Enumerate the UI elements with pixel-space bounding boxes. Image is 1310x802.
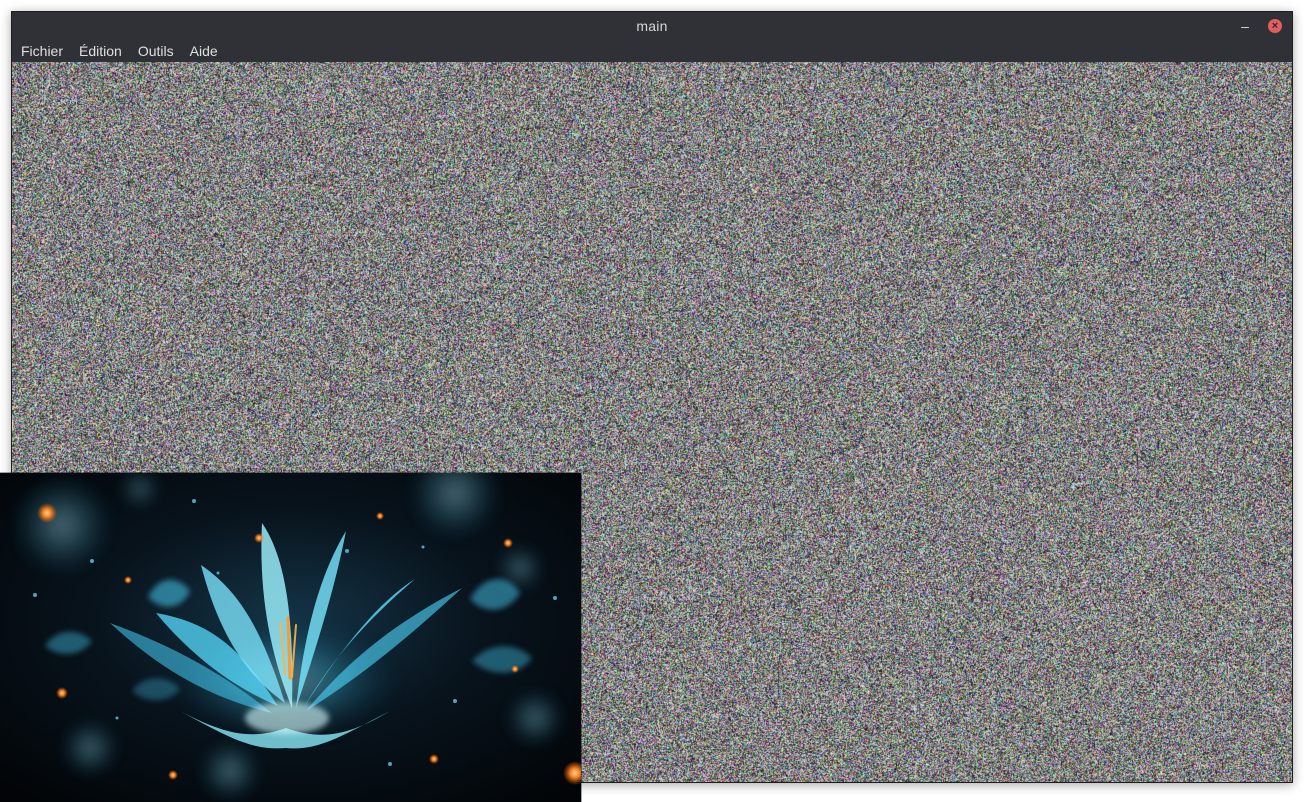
flower-overlay-image [0,473,581,802]
title-bar[interactable]: main ‒ × [12,12,1292,40]
menu-aide[interactable]: Aide [190,43,218,59]
close-button[interactable]: × [1268,19,1282,33]
window-title: main [636,18,668,34]
minimize-button[interactable]: ‒ [1238,19,1252,33]
menu-edition[interactable]: Édition [79,43,122,59]
flower-artwork [0,473,581,802]
menu-bar: Fichier Édition Outils Aide [12,40,1292,62]
menu-fichier[interactable]: Fichier [21,43,63,59]
window-controls: ‒ × [1238,12,1282,40]
menu-outils[interactable]: Outils [138,43,174,59]
